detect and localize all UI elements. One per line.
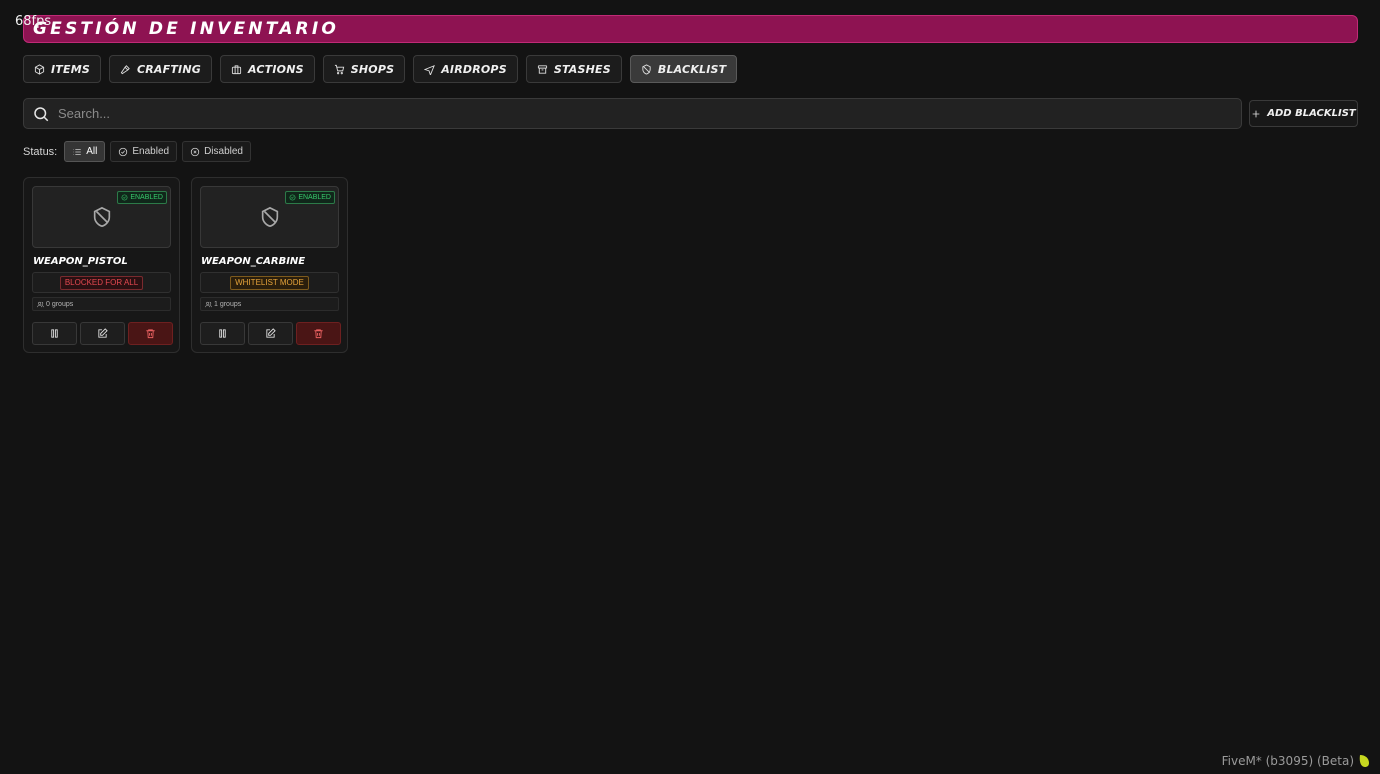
tab-label: Airdrops [441,62,507,76]
pause-icon [51,329,58,338]
fps-counter: 68fps [15,14,52,29]
header-bar: Gestión de inventario [23,15,1358,43]
status-label: Status: [23,145,58,158]
status-badge: Enabled [285,191,335,204]
tab-items[interactable]: Items [23,55,101,83]
tab-shops[interactable]: Shops [322,55,406,83]
tab-actions[interactable]: Actions [220,55,315,83]
card-title: WEAPON_CARBINE [201,256,306,267]
tab-label: Actions [248,62,304,76]
search-bar [23,98,1242,129]
blacklist-card: Enabled WEAPON_PISTOL Blocked for all 0 … [23,177,180,353]
mode-row: Whitelist mode [200,272,339,293]
list-icon [73,148,81,155]
filter-label: Disabled [204,146,243,157]
tab-label: Shops [350,62,395,76]
add-blacklist-label: Add Blacklist [1267,108,1356,119]
filter-label: All [86,146,98,157]
tab-blacklist[interactable]: Blacklist [629,55,738,83]
edit-button[interactable] [248,322,293,345]
status-badge: Enabled [117,191,167,204]
groups-row: 0 groups [32,297,171,311]
tab-label: Items [51,62,90,76]
edit-icon [98,328,108,338]
filter-disabled[interactable]: Disabled [182,141,251,162]
card-actions [32,322,173,345]
hammer-icon [120,64,130,74]
mode-badge: Whitelist mode [230,275,309,290]
pause-icon [219,329,226,338]
status-badge-label: Enabled [298,194,331,201]
card-actions [200,322,341,345]
status-filter: Status: All Enabled Disabled [23,141,251,162]
check-circle-icon [121,194,128,201]
check-circle-icon [119,147,128,156]
delete-button[interactable] [128,322,173,345]
groups-count: 1 groups [214,300,242,308]
mode-badge: Blocked for all [59,275,144,290]
card-image: Enabled [32,186,171,248]
plane-icon [424,64,436,75]
tab-crafting[interactable]: Crafting [108,55,212,83]
box-icon [34,63,45,75]
page-title: Gestión de inventario [33,19,340,39]
trash-icon [146,329,155,339]
card-title: WEAPON_PISTOL [33,256,128,267]
search-input[interactable] [58,106,1158,121]
delete-button[interactable] [296,322,341,345]
shield-off-icon [261,206,278,228]
pause-button[interactable] [32,322,77,345]
users-icon [205,301,212,307]
cart-icon [334,64,344,74]
filter-enabled[interactable]: Enabled [110,141,178,162]
tab-label: Stashes [553,62,611,76]
tab-bar: Items Crafting Actions Shops Airdrops St… [23,55,738,83]
briefcase-icon [231,64,242,74]
blacklist-card: Enabled WEAPON_CARBINE Whitelist mode 1 … [191,177,348,353]
trash-icon [314,329,323,339]
plus-icon [1252,110,1260,117]
shield-off-icon [93,206,110,228]
filter-all[interactable]: All [64,141,106,162]
users-icon [37,301,44,307]
filter-label: Enabled [132,146,170,157]
pause-button[interactable] [200,322,245,345]
add-blacklist-button[interactable]: Add Blacklist [1249,100,1358,127]
archive-icon [537,64,547,74]
check-circle-icon [289,194,296,201]
search-icon [34,106,49,121]
tab-label: Blacklist [657,62,727,76]
edit-button[interactable] [80,322,125,345]
mode-row: Blocked for all [32,272,171,293]
tab-airdrops[interactable]: Airdrops [413,55,518,83]
x-circle-icon [190,147,200,156]
card-image: Enabled [200,186,339,248]
edit-icon [266,328,276,338]
tab-stashes[interactable]: Stashes [525,55,622,83]
tab-label: Crafting [136,62,201,76]
groups-count: 0 groups [46,300,74,308]
shield-off-icon [642,63,651,75]
fivem-logo-icon [1359,755,1369,767]
groups-row: 1 groups [200,297,339,311]
status-badge-label: Enabled [130,194,163,201]
client-version: FiveM* (b3095) (Beta) [1221,754,1354,768]
